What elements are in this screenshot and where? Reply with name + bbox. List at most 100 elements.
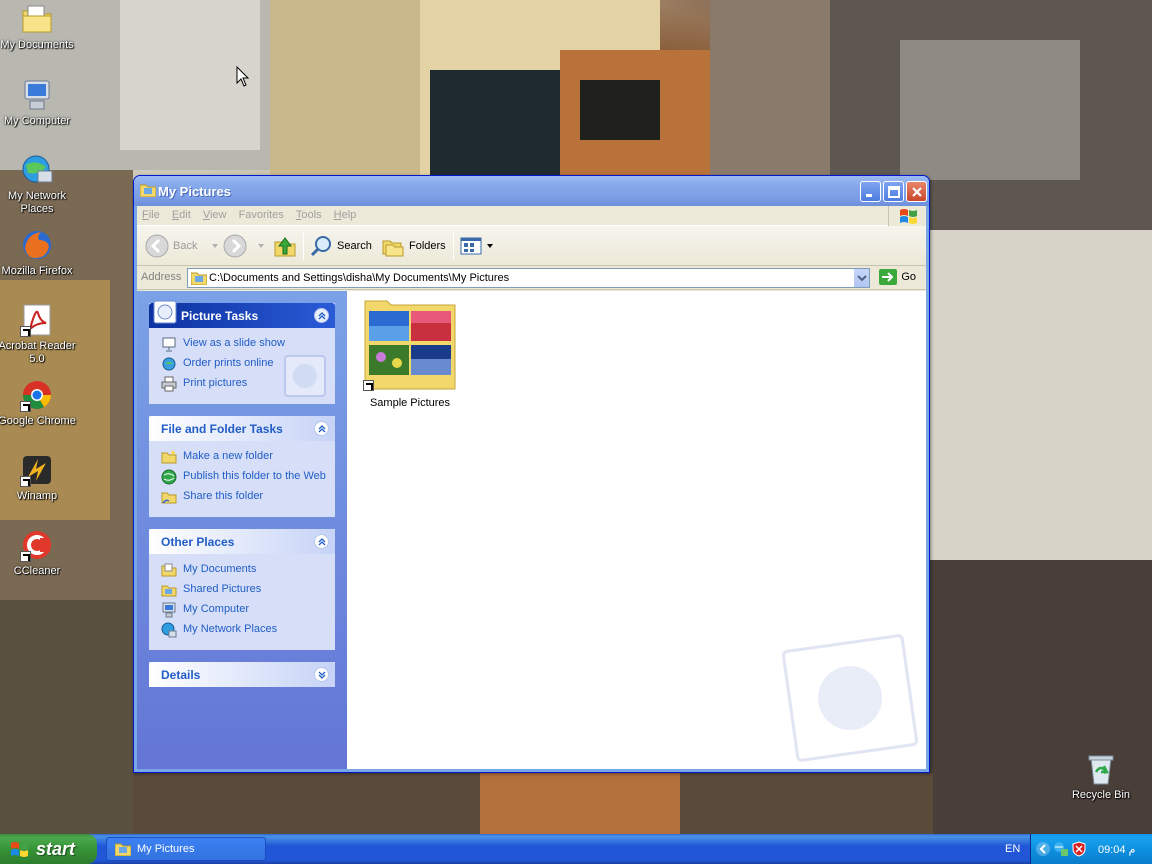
maximize-button[interactable]	[883, 181, 904, 202]
wallpaper-block	[430, 70, 570, 175]
chevron-down-icon	[212, 244, 219, 248]
desktop-icon-winamp[interactable]: Winamp	[0, 453, 77, 503]
chevron-up-double-icon	[318, 312, 326, 320]
task-link-new-folder[interactable]: Make a new folder	[161, 449, 327, 465]
desktop-icon-my-computer[interactable]: My Computer	[0, 78, 77, 128]
windows-logo-icon	[11, 842, 28, 857]
up-folder-icon	[274, 237, 296, 257]
picture-tasks-links: View as a slide show Order prints online…	[149, 328, 335, 404]
start-button[interactable]: start	[0, 834, 97, 864]
place-link-my-computer[interactable]: My Computer	[161, 602, 327, 618]
other-places-title: Other Places	[161, 535, 235, 549]
wallpaper-block	[710, 0, 830, 175]
back-arrow-icon	[145, 234, 169, 258]
sample-pictures-thumbnail	[363, 299, 457, 391]
address-input[interactable]: C:\Documents and Settings\disha\My Docum…	[187, 268, 870, 288]
details-title: Details	[161, 668, 201, 682]
my-computer-icon	[162, 602, 176, 618]
menu-help[interactable]: Help	[329, 206, 361, 226]
my-documents-icon	[20, 2, 54, 36]
search-button[interactable]: Search	[309, 234, 372, 258]
picture-tasks-header[interactable]: Picture Tasks	[149, 300, 335, 328]
other-places-links: My Documents Shared Pictures My Computer	[149, 554, 335, 650]
desktop-icon-label: My Documents	[0, 39, 74, 51]
expand-button[interactable]	[314, 667, 329, 682]
shortcut-arrow-icon	[20, 551, 31, 562]
chrome-icon	[20, 378, 54, 412]
task-link-share-folder[interactable]: Share this folder	[161, 489, 327, 505]
collapse-button[interactable]	[314, 534, 329, 549]
file-list-pane[interactable]: Sample Pictures	[347, 291, 926, 769]
desktop-icon-label: CCleaner	[13, 565, 61, 577]
minimize-button[interactable]	[860, 181, 881, 202]
folders-label: Folders	[409, 240, 446, 252]
picture-tasks-panel: Picture Tasks View as a slide show Order	[149, 300, 335, 404]
shortcut-arrow-icon	[20, 476, 31, 487]
clock[interactable]: 09:04 م	[1098, 843, 1135, 856]
desktop-icon-label: Winamp	[16, 490, 58, 502]
menu-edit[interactable]: Edit	[167, 206, 195, 226]
folder-item-sample-pictures[interactable]: Sample Pictures	[361, 299, 459, 409]
desktop-icon-ccleaner[interactable]: CCleaner	[0, 528, 77, 578]
picture-tasks-icon	[153, 300, 177, 324]
place-link-my-documents[interactable]: My Documents	[161, 562, 327, 578]
collapse-button[interactable]	[314, 421, 329, 436]
desktop-icon-firefox[interactable]: Mozilla Firefox	[0, 228, 77, 278]
collapse-button[interactable]	[314, 308, 329, 323]
desktop-icon-my-documents[interactable]: My Documents	[0, 2, 77, 52]
wallpaper-block	[270, 0, 420, 175]
mouse-cursor-icon	[236, 66, 250, 87]
show-hidden-icons-button[interactable]	[1035, 841, 1051, 857]
language-indicator[interactable]: EN	[1005, 843, 1020, 855]
new-folder-icon	[161, 450, 177, 464]
place-link-shared-pictures[interactable]: Shared Pictures	[161, 582, 327, 598]
security-alert-icon[interactable]	[1071, 841, 1087, 857]
views-icon	[460, 237, 482, 255]
network-tray-icon[interactable]	[1053, 841, 1069, 857]
back-button[interactable]: Back	[145, 234, 219, 258]
desktop-icon-recycle-bin[interactable]: Recycle Bin	[1061, 752, 1141, 802]
go-button[interactable]: Go	[879, 269, 916, 285]
toolbar-separator	[453, 232, 454, 260]
menu-view[interactable]: View	[198, 206, 231, 226]
title-bar[interactable]: My Pictures	[134, 176, 929, 206]
minimize-icon	[866, 194, 872, 197]
desktop-icon-label: Mozilla Firefox	[1, 265, 73, 277]
menu-file[interactable]: File	[137, 206, 164, 226]
wallpaper-block	[0, 600, 133, 834]
order-prints-icon	[162, 357, 176, 371]
task-link-slide-show[interactable]: View as a slide show	[161, 336, 327, 352]
forward-button[interactable]	[223, 234, 265, 258]
folders-button[interactable]: Folders	[381, 234, 446, 258]
other-places-panel: Other Places My Documents Shared Picture	[149, 529, 335, 650]
close-button[interactable]	[906, 181, 927, 202]
desktop-icon-network-places[interactable]: My Network Places	[0, 153, 77, 216]
other-places-header[interactable]: Other Places	[149, 529, 335, 554]
menu-tools[interactable]: Tools	[291, 206, 326, 226]
details-header[interactable]: Details	[149, 662, 335, 687]
maximize-icon	[888, 186, 900, 198]
taskbar-button-my-pictures[interactable]: My Pictures	[106, 837, 266, 861]
chevron-up-double-icon	[318, 425, 326, 433]
task-link-publish-web[interactable]: Publish this folder to the Web	[161, 469, 327, 485]
place-link-network-places[interactable]: My Network Places	[161, 622, 327, 638]
menu-favorites[interactable]: Favorites	[234, 206, 288, 226]
desktop-icon-acrobat[interactable]: Acrobat Reader 5.0	[0, 303, 77, 366]
shortcut-arrow-icon	[363, 380, 374, 391]
back-label: Back	[173, 240, 198, 252]
system-tray: 09:04 م	[1030, 834, 1152, 864]
my-computer-icon	[20, 78, 54, 112]
views-button[interactable]	[459, 234, 494, 258]
close-icon	[912, 187, 922, 197]
up-folder-button[interactable]	[273, 234, 297, 258]
ccleaner-icon	[20, 528, 54, 562]
share-folder-icon	[161, 492, 177, 504]
wallpaper-block	[930, 230, 1152, 560]
address-dropdown-button[interactable]	[853, 269, 869, 287]
file-folder-tasks-header[interactable]: File and Folder Tasks	[149, 416, 335, 441]
desktop-icon-label: Google Chrome	[0, 415, 76, 427]
address-value: C:\Documents and Settings\disha\My Docum…	[209, 272, 510, 284]
folder-pictures-icon	[140, 184, 156, 197]
desktop-icon-chrome[interactable]: Google Chrome	[0, 378, 77, 428]
my-documents-icon	[161, 563, 177, 577]
